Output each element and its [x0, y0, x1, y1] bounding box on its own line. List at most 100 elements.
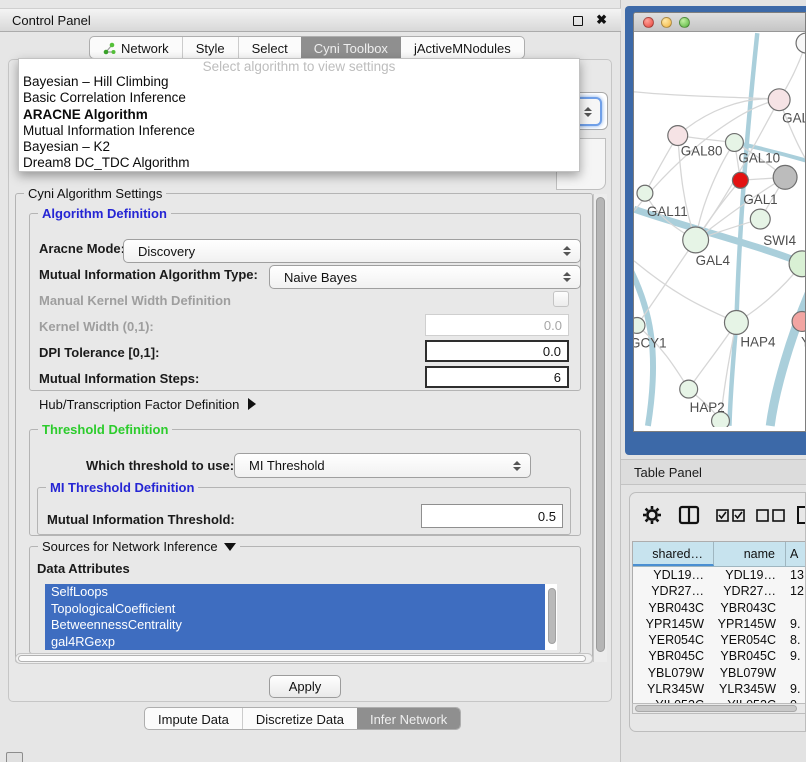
- table-cell[interactable]: YDL19…: [633, 567, 714, 583]
- table-cell[interactable]: YBR045C: [714, 648, 786, 664]
- network-node-GAL[interactable]: [768, 89, 790, 111]
- table-cell[interactable]: YDR27…: [714, 583, 786, 599]
- network-window[interactable]: GALGAL80GAL10GAL1GAL11GAL4SWI4GCY1HAP4YH…: [633, 12, 806, 432]
- network-node-HAP2[interactable]: [680, 380, 698, 398]
- list-item[interactable]: gal4RGexp: [45, 634, 545, 651]
- apply-button[interactable]: Apply: [269, 675, 341, 698]
- zoom-icon[interactable]: [679, 17, 690, 28]
- table-row[interactable]: YDR27…YDR27…12: [633, 583, 806, 599]
- gear-icon[interactable]: [642, 505, 662, 525]
- table-row[interactable]: YLR345WYLR345W9.: [633, 681, 806, 697]
- network-canvas[interactable]: GALGAL80GAL10GAL1GAL11GAL4SWI4GCY1HAP4YH…: [634, 32, 806, 427]
- tab-discretize-data[interactable]: Discretize Data: [242, 708, 357, 730]
- page-icon[interactable]: [796, 505, 806, 525]
- kernel-width-field[interactable]: [425, 314, 569, 336]
- network-edge[interactable]: [637, 240, 696, 326]
- table-cell[interactable]: [786, 665, 806, 681]
- tab-style[interactable]: Style: [182, 37, 238, 59]
- close-icon[interactable]: ✖: [596, 12, 607, 28]
- network-node-GAL4[interactable]: [683, 227, 709, 253]
- deselect-all-icon[interactable]: [756, 509, 786, 522]
- network-edge[interactable]: [634, 92, 768, 99]
- network-node-GCY1[interactable]: [634, 317, 645, 333]
- table-cell[interactable]: YER054C: [714, 632, 786, 648]
- hub-definition-expander[interactable]: Hub/Transcription Factor Definition: [39, 397, 256, 412]
- mi-algorithm-type-select[interactable]: Naive Bayes: [269, 265, 581, 289]
- table-cell[interactable]: YBL079W: [714, 665, 786, 681]
- table-horizontal-scrollbar[interactable]: [632, 703, 806, 714]
- table-cell[interactable]: YLR345W: [714, 681, 786, 697]
- mi-steps-field[interactable]: [425, 366, 569, 388]
- aracne-mode-select[interactable]: Discovery: [123, 239, 581, 263]
- network-node-GAL11[interactable]: [637, 185, 653, 201]
- table-cell[interactable]: YDL19…: [714, 567, 786, 583]
- tab-impute-data[interactable]: Impute Data: [145, 708, 242, 730]
- network-node[interactable]: [750, 209, 770, 229]
- mi-threshold-field[interactable]: [421, 504, 563, 528]
- network-node-HAP4[interactable]: [724, 311, 748, 335]
- tab-infer-network[interactable]: Infer Network: [357, 708, 460, 730]
- dropdown-item[interactable]: Basic Correlation Inference: [19, 90, 579, 106]
- table-cell[interactable]: YDR27…: [633, 583, 714, 599]
- column-header-partial[interactable]: A: [786, 542, 806, 566]
- table-row[interactable]: YBR043CYBR043C: [633, 600, 806, 616]
- network-node-SWI4[interactable]: [789, 251, 806, 277]
- tab-select[interactable]: Select: [238, 37, 301, 59]
- tab-network[interactable]: Network: [90, 37, 182, 59]
- column-header-shared-name[interactable]: shared…: [633, 542, 714, 566]
- table-row[interactable]: YER054CYER054C8.: [633, 632, 806, 648]
- network-node-Y[interactable]: [792, 312, 806, 332]
- network-window-titlebar[interactable]: [634, 13, 805, 32]
- which-threshold-select[interactable]: MI Threshold: [234, 453, 531, 478]
- scrollbar-thumb[interactable]: [596, 197, 605, 652]
- network-node-GAL1[interactable]: [732, 172, 748, 188]
- dropdown-item[interactable]: Mutual Information Inference: [19, 123, 579, 139]
- table-cell[interactable]: 9.: [786, 648, 806, 664]
- manual-kernel-width-checkbox[interactable]: [553, 291, 569, 307]
- network-node[interactable]: [773, 165, 797, 189]
- table-cell[interactable]: YBL079W: [633, 665, 714, 681]
- table-row[interactable]: YBL079WYBL079W: [633, 665, 806, 681]
- table-cell[interactable]: 13: [786, 567, 806, 583]
- dropdown-item[interactable]: Bayesian – Hill Climbing: [19, 74, 579, 90]
- minimize-icon[interactable]: [661, 17, 672, 28]
- table-row[interactable]: YBR045CYBR045C9.: [633, 648, 806, 664]
- table-cell[interactable]: YBR043C: [714, 600, 786, 616]
- list-scrollbar[interactable]: [548, 588, 556, 644]
- table-cell[interactable]: 9.: [786, 681, 806, 697]
- sources-title[interactable]: Sources for Network Inference: [38, 539, 240, 554]
- settings-horizontal-scrollbar[interactable]: [15, 653, 593, 664]
- table-cell[interactable]: 8.: [786, 632, 806, 648]
- tab-cyni-toolbox[interactable]: Cyni Toolbox: [301, 37, 401, 59]
- dropdown-item[interactable]: ARACNE Algorithm: [19, 107, 579, 123]
- split-columns-icon[interactable]: [678, 505, 700, 525]
- float-icon[interactable]: [573, 16, 583, 26]
- table-cell[interactable]: [786, 600, 806, 616]
- table-cell[interactable]: YPR145W: [714, 616, 786, 632]
- close-icon[interactable]: [643, 17, 654, 28]
- table-row[interactable]: YPR145WYPR145W9.: [633, 616, 806, 632]
- table-cell[interactable]: YBR045C: [633, 648, 714, 664]
- table-cell[interactable]: 9.: [786, 616, 806, 632]
- table-cell[interactable]: YPR145W: [633, 616, 714, 632]
- network-node-GAL10[interactable]: [725, 134, 743, 152]
- scrollbar-thumb[interactable]: [635, 705, 797, 712]
- table-cell[interactable]: 12: [786, 583, 806, 599]
- select-all-icon[interactable]: [716, 509, 746, 522]
- network-node[interactable]: [796, 33, 806, 53]
- table-cell[interactable]: YER054C: [633, 632, 714, 648]
- settings-vertical-scrollbar[interactable]: [593, 194, 607, 662]
- minimized-panel-icon[interactable]: [6, 752, 23, 762]
- table-cell[interactable]: YLR345W: [633, 681, 714, 697]
- dpi-tolerance-field[interactable]: [425, 340, 569, 362]
- tab-jactivemnodules[interactable]: jActiveMNodules: [401, 37, 524, 59]
- table-cell[interactable]: YBR043C: [633, 600, 714, 616]
- list-item[interactable]: BetweennessCentrality: [45, 617, 545, 634]
- column-header-name[interactable]: name: [714, 542, 786, 566]
- dropdown-item[interactable]: Bayesian – K2: [19, 139, 579, 155]
- list-item[interactable]: SelfLoops: [45, 584, 545, 601]
- scrollbar-thumb[interactable]: [18, 655, 586, 662]
- dropdown-item[interactable]: Dream8 DC_TDC Algorithm: [19, 155, 579, 171]
- list-item[interactable]: TopologicalCoefficient: [45, 601, 545, 618]
- table-row[interactable]: YDL19…YDL19…13: [633, 567, 806, 583]
